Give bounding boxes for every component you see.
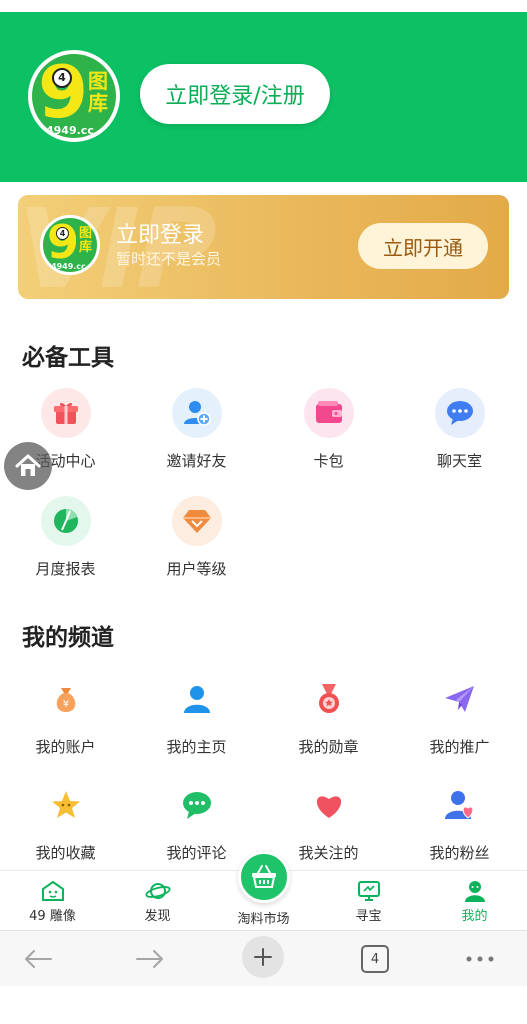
- logo-nine: 9: [47, 215, 80, 269]
- paper-plane-icon: [435, 674, 485, 724]
- gift-icon: [40, 388, 91, 438]
- tool-label: 邀请好友: [166, 452, 227, 470]
- logo-domain: 4949.cc: [51, 262, 86, 271]
- channel-label: 我的推广: [429, 738, 490, 756]
- nav-label: 49 雕像: [29, 909, 76, 924]
- tool-label: 卡包: [313, 452, 344, 470]
- arrow-left-icon: [25, 950, 52, 968]
- user-icon: [172, 674, 222, 724]
- channel-item-my-homepage[interactable]: 我的主页: [131, 674, 262, 757]
- back-button[interactable]: [16, 939, 60, 979]
- chat-bubble-icon: [434, 388, 485, 438]
- channel-section-title: 我的频道: [22, 625, 114, 651]
- tools-section-title: 必备工具: [22, 345, 114, 371]
- bottom-navigation: 49 雕像 发现 淘料市场 寻宝 我的: [0, 851, 527, 931]
- tool-item-invite-friends[interactable]: 邀请好友: [131, 388, 262, 471]
- more-dots-icon: [466, 956, 494, 962]
- tool-label: 月度报表: [35, 560, 96, 578]
- home-icon: [15, 454, 41, 476]
- diamond-icon: [171, 496, 222, 546]
- forward-button[interactable]: [128, 939, 172, 979]
- status-area: [0, 0, 527, 12]
- logo-ball: 4: [52, 68, 72, 88]
- planet-icon: [144, 879, 171, 903]
- channel-item-my-comments[interactable]: 我的评论: [131, 780, 262, 863]
- logo-domain: 4949.cc: [46, 124, 94, 137]
- tool-label: 聊天室: [436, 452, 482, 470]
- new-tab-button[interactable]: [241, 936, 285, 978]
- tool-item-user-level[interactable]: 用户等级: [131, 496, 262, 579]
- statue-icon: [40, 879, 66, 903]
- channel-label: 我的收藏: [35, 844, 96, 862]
- star-icon: [41, 780, 91, 830]
- activate-vip-button[interactable]: 立即开通: [358, 223, 488, 269]
- tool-item-monthly-report[interactable]: 月度报表: [0, 496, 131, 579]
- vip-title: 立即登录: [116, 223, 205, 248]
- market-button[interactable]: [238, 851, 290, 903]
- channel-item-my-following[interactable]: 我关注的: [263, 780, 394, 863]
- nav-item-discover[interactable]: 发现: [105, 871, 210, 931]
- channel-label: 我的勋章: [298, 738, 359, 756]
- channel-item-my-account[interactable]: ¥ 我的账户: [0, 674, 131, 757]
- tool-item-card-wallet[interactable]: 卡包: [263, 388, 394, 471]
- channel-label: 我关注的: [298, 844, 359, 862]
- plus-icon: [242, 936, 284, 978]
- heart-icon: [304, 780, 354, 830]
- basket-icon: [252, 865, 276, 888]
- channel-label: 我的账户: [35, 738, 96, 756]
- nav-label: 发现: [144, 909, 171, 924]
- nav-label-market[interactable]: 淘料市场: [211, 908, 316, 927]
- tool-item-chatroom[interactable]: 聊天室: [394, 388, 525, 471]
- vip-card[interactable]: VIP 9 4 图库 4949.cc 立即登录 暂时还不是会员 立即开通: [18, 195, 509, 299]
- vip-logo: 9 4 图库 4949.cc: [40, 215, 100, 275]
- tabs-button[interactable]: 4: [353, 939, 397, 979]
- svg-text:¥: ¥: [62, 699, 68, 710]
- nav-label: 我的: [461, 909, 488, 924]
- logo-ball: 4: [56, 227, 69, 240]
- fans-icon: [435, 780, 485, 830]
- nav-item-mine[interactable]: 我的: [422, 871, 527, 931]
- arrow-right-icon: [136, 950, 163, 968]
- add-user-icon: [171, 388, 222, 438]
- pie-chart-icon: [40, 496, 91, 546]
- home-indicator-area: [0, 986, 527, 1024]
- vip-subtitle: 暂时还不是会员: [116, 250, 222, 268]
- money-bag-icon: ¥: [41, 674, 91, 724]
- channel-item-my-promotion[interactable]: 我的推广: [394, 674, 525, 757]
- channel-label: 我的主页: [166, 738, 227, 756]
- app-logo[interactable]: 9 4 图库 4949.cc: [28, 50, 120, 142]
- floating-home-button[interactable]: [4, 442, 52, 490]
- browser-toolbar: 4: [0, 930, 527, 986]
- channel-item-my-favorites[interactable]: 我的收藏: [0, 780, 131, 863]
- medal-icon: [304, 674, 354, 724]
- logo-side-text: 图库: [79, 226, 93, 255]
- login-register-button[interactable]: 立即登录/注册: [140, 64, 330, 124]
- channel-label: 我的粉丝: [429, 844, 490, 862]
- wallet-icon: [303, 388, 354, 438]
- monitor-icon: [356, 879, 382, 903]
- nav-item-statue[interactable]: 49 雕像: [0, 871, 105, 931]
- more-menu-button[interactable]: [458, 939, 502, 979]
- profile-icon: [462, 879, 488, 903]
- tab-count: 4: [361, 945, 389, 973]
- channel-item-my-medals[interactable]: 我的勋章: [263, 674, 394, 757]
- comment-icon: [172, 780, 222, 830]
- channel-item-my-fans[interactable]: 我的粉丝: [394, 780, 525, 863]
- logo-nine: 9: [38, 50, 89, 134]
- tool-label: 用户等级: [166, 560, 227, 578]
- channel-label: 我的评论: [166, 844, 227, 862]
- nav-item-treasure[interactable]: 寻宝: [316, 871, 421, 931]
- logo-side-text: 图库: [88, 69, 108, 115]
- nav-label: 寻宝: [355, 909, 382, 924]
